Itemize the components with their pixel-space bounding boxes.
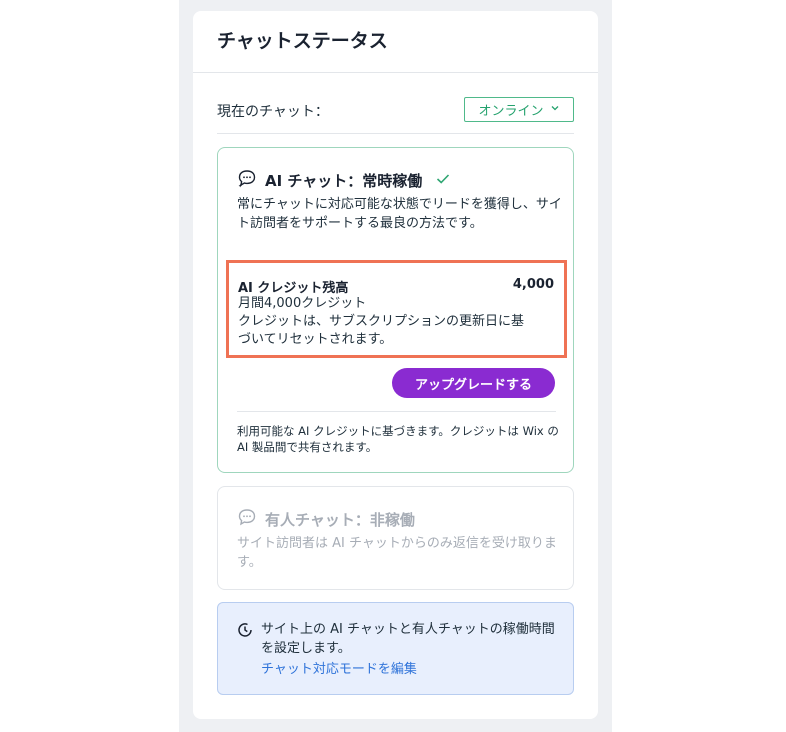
ai-credits-details: 月間4,000クレジット クレジットは、サブスクリプションの更新日に基づいてリセ…	[238, 295, 528, 349]
chat-sparkle-icon	[237, 168, 257, 192]
human-chat-card: 有人チャット：非稼働 サイト訪問者は AI チャットからのみ返信を受け取ります。	[217, 486, 574, 590]
chevron-down-icon	[550, 102, 560, 117]
chat-status-panel: チャットステータス 現在のチャット： オンライン AI チャット：常時稼働 常に…	[193, 11, 598, 719]
ai-credits-value: 4,000	[512, 277, 554, 292]
ai-credits-title: AI クレジット残高	[238, 281, 349, 296]
chat-status-value: オンライン	[478, 104, 544, 119]
edit-chat-mode-link[interactable]: チャット対応モードを編集	[261, 658, 417, 677]
ai-card-divider	[237, 411, 556, 412]
chat-bubble-icon	[237, 507, 257, 531]
ai-credits-footnote: 利用可能な AI クレジットに基づきます。クレジットは Wix の AI 製品間…	[237, 424, 559, 454]
ai-chat-card: AI チャット：常時稼働 常にチャットに対応可能な状態でリードを獲得し、サイト訪…	[217, 147, 574, 473]
clock-icon	[237, 622, 253, 642]
schedule-info-box: サイト上の AI チャットと有人チャットの稼働時間を設定します。 チャット対応モ…	[217, 602, 574, 695]
ai-chat-header: AI チャット：常時稼働	[237, 168, 450, 192]
upgrade-button[interactable]: アップグレードする	[392, 368, 555, 398]
human-chat-description: サイト訪問者は AI チャットからのみ返信を受け取ります。	[237, 536, 557, 570]
ai-chat-description: 常にチャットに対応可能な状態でリードを獲得し、サイト訪問者をサポートする最良の方…	[237, 197, 562, 231]
human-chat-header: 有人チャット：非稼働	[237, 507, 415, 531]
schedule-info-text: サイト上の AI チャットと有人チャットの稼働時間を設定します。	[261, 622, 555, 656]
section-divider	[217, 133, 574, 134]
ai-credits-reset-note: クレジットは、サブスクリプションの更新日に基づいてリセットされます。	[238, 314, 525, 347]
chat-status-dropdown[interactable]: オンライン	[464, 97, 574, 122]
page-title: チャットステータス	[217, 30, 388, 52]
ai-chat-title: AI チャット：常時稼働	[265, 171, 423, 190]
current-chat-row: 現在のチャット： オンライン	[217, 97, 574, 125]
human-chat-title: 有人チャット：非稼働	[265, 510, 415, 529]
current-chat-label: 現在のチャット：	[217, 104, 329, 120]
check-icon	[436, 171, 450, 189]
ai-credits-monthly: 月間4,000クレジット	[238, 296, 367, 311]
ai-credits-panel: AI クレジット残高 4,000 月間4,000クレジット クレジットは、サブス…	[226, 260, 567, 358]
header-divider	[193, 72, 598, 73]
